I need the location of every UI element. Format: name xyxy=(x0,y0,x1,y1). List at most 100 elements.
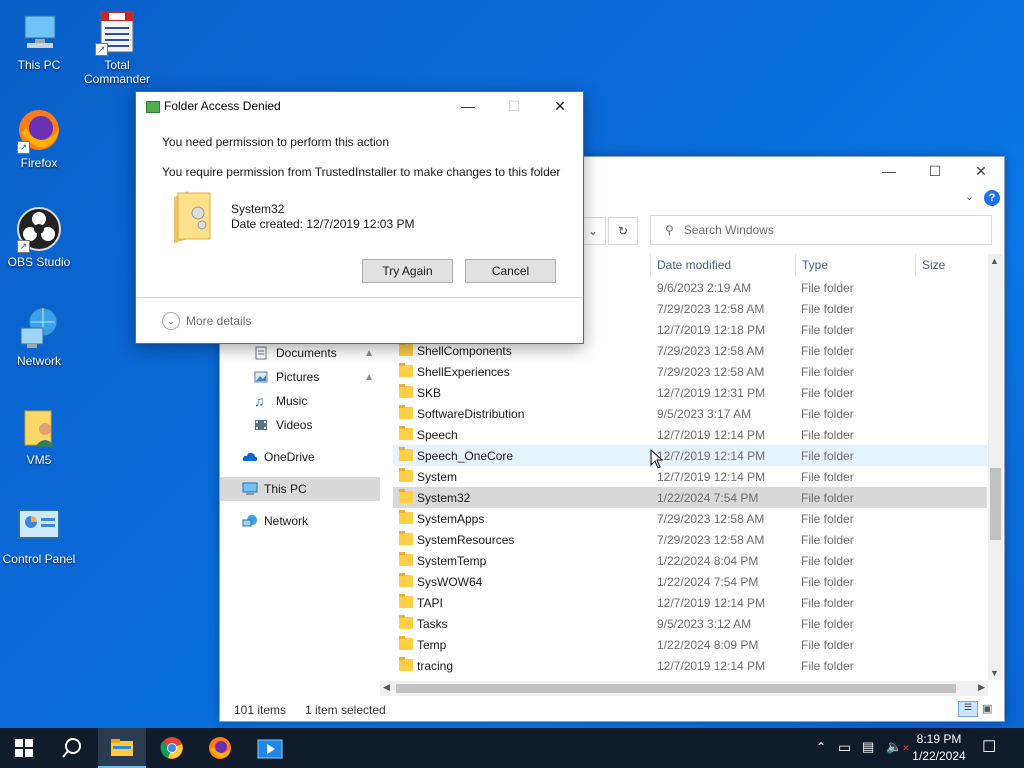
maximize-button[interactable]: ☐ xyxy=(912,157,958,185)
computer-icon xyxy=(15,8,63,56)
start-button[interactable] xyxy=(0,728,48,768)
desktop-icon-vm5[interactable]: VM5 xyxy=(1,403,77,467)
details-view-icon[interactable]: ☰ xyxy=(958,701,978,717)
dialog-close-button[interactable]: ✕ xyxy=(537,92,583,120)
table-row[interactable]: ShellExperiences 7/29/2023 12:58 AM File f… xyxy=(393,361,987,382)
computer-icon xyxy=(242,482,258,496)
desktop-icon-network[interactable]: Network xyxy=(1,304,77,368)
nav-item-label: Music xyxy=(276,394,308,408)
scrollbar-thumb[interactable] xyxy=(396,684,956,693)
try-again-button[interactable]: Try Again xyxy=(362,259,453,283)
media-player-icon xyxy=(257,739,283,759)
desktop-icon-firefox[interactable]: ↗ Firefox xyxy=(1,106,77,170)
dialog-message-primary: You need permission to perform this acti… xyxy=(162,135,390,149)
folder-icon xyxy=(399,531,413,545)
firefox-icon xyxy=(209,737,231,759)
help-icon[interactable]: ? xyxy=(984,190,1000,206)
desktop-icon-label: Control Panel xyxy=(2,552,76,566)
taskbar-media-app[interactable] xyxy=(246,728,294,768)
horizontal-scrollbar[interactable]: ◀ ▶ xyxy=(380,681,988,696)
pin-icon: ▲ xyxy=(364,371,374,383)
status-bar: 101 items 1 item selected ☰ ▣ xyxy=(220,697,1002,721)
scrollbar-thumb[interactable] xyxy=(990,468,1001,540)
folder-icon xyxy=(399,489,413,503)
desktop-icon-obs-studio[interactable]: ↗ OBS Studio xyxy=(1,205,77,269)
table-row[interactable]: tracing 12/7/2019 12:14 PM File folder xyxy=(393,655,987,676)
desktop-icon-label: Total Commander xyxy=(83,58,151,86)
vertical-scrollbar[interactable]: ▲ ▼ xyxy=(988,254,1003,680)
scroll-up-arrow-icon[interactable]: ▲ xyxy=(990,256,999,266)
dialog-minimize-button[interactable]: — xyxy=(445,92,491,120)
table-row[interactable]: SysWOW64 1/22/2024 7:54 PM File folder xyxy=(393,571,987,592)
windows-logo-icon xyxy=(15,739,33,757)
search-input[interactable]: ⚲ Search Windows xyxy=(650,215,992,245)
chevron-down-icon: ⌄ xyxy=(162,312,180,330)
taskbar: ⌃ ▭ ▤ 🔈✕ 8:19 PM 1/22/2024 ☐ xyxy=(0,728,1024,768)
firefox-icon: ↗ xyxy=(15,106,63,154)
system-clock[interactable]: 8:19 PM 1/22/2024 xyxy=(900,731,978,765)
folder-icon xyxy=(399,405,413,419)
table-row[interactable]: Tasks 9/5/2023 3:12 AM File folder xyxy=(393,613,987,634)
desktop-icon-this-pc[interactable]: This PC xyxy=(1,8,77,72)
documents-icon xyxy=(254,346,270,360)
table-row[interactable]: SystemResources 7/29/2023 12:58 AM File fo… xyxy=(393,529,987,550)
shortcut-arrow-icon: ↗ xyxy=(17,141,30,154)
search-icon: ⚲ xyxy=(665,223,674,237)
table-row[interactable]: System32 1/22/2024 7:54 PM File folder xyxy=(393,487,987,508)
cancel-button[interactable]: Cancel xyxy=(465,259,556,283)
nav-item-documents[interactable]: Documents ▲ xyxy=(220,341,380,365)
desktop-icon-control-panel[interactable]: Control Panel xyxy=(1,502,77,566)
pictures-icon xyxy=(254,370,270,384)
column-header-date[interactable]: Date modified xyxy=(657,258,731,272)
minimize-button[interactable]: — xyxy=(866,157,912,185)
folder-icon xyxy=(399,636,413,650)
expand-ribbon-chevron-icon[interactable]: ⌄ xyxy=(965,190,974,203)
table-row[interactable]: System 12/7/2019 12:14 PM File folder xyxy=(393,466,987,487)
navigation-pane: Documents ▲ Pictures ▲ ♫ Music Videos On… xyxy=(220,341,380,533)
scroll-left-arrow-icon[interactable]: ◀ xyxy=(383,682,390,693)
taskbar-file-explorer[interactable] xyxy=(98,728,146,768)
clock-time: 8:19 PM xyxy=(916,732,962,746)
more-details-toggle[interactable]: ⌄ More details xyxy=(162,312,251,330)
notifications-icon[interactable]: ☐ xyxy=(982,737,996,757)
network-status-icon[interactable]: ▤ xyxy=(862,739,874,755)
table-row[interactable]: SoftwareDistribution 9/5/2023 3:17 AM File… xyxy=(393,403,987,424)
nav-item-this-pc[interactable]: This PC xyxy=(220,477,380,501)
scroll-right-arrow-icon[interactable]: ▶ xyxy=(978,682,985,693)
table-row[interactable]: SystemTemp 1/22/2024 8:04 PM File folder xyxy=(393,550,987,571)
taskbar-chrome[interactable] xyxy=(148,728,196,768)
table-row[interactable]: SystemApps 7/29/2023 12:58 AM File folder xyxy=(393,508,987,529)
taskbar-firefox[interactable] xyxy=(196,728,244,768)
table-row[interactable]: Speech_OneCore 12/7/2019 12:14 PM File fol… xyxy=(393,445,987,466)
desktop-icon-total-commander[interactable]: ↗ Total Commander xyxy=(79,8,155,86)
dialog-message-secondary: You require permission from TrustedInsta… xyxy=(162,165,561,179)
nav-item-videos[interactable]: Videos xyxy=(220,413,380,437)
table-row[interactable]: Temp 1/22/2024 8:09 PM File folder xyxy=(393,634,987,655)
table-row[interactable]: Speech 12/7/2019 12:14 PM File folder xyxy=(393,424,987,445)
nav-item-label: This PC xyxy=(264,482,307,496)
folder-icon xyxy=(399,468,413,482)
refresh-button[interactable]: ↻ xyxy=(608,217,638,245)
obs-studio-icon: ↗ xyxy=(15,205,63,253)
folder-icon xyxy=(172,187,212,243)
search-button[interactable] xyxy=(48,728,96,768)
show-hidden-icons-chevron-icon[interactable]: ⌃ xyxy=(816,740,826,754)
table-row[interactable]: SKB 12/7/2019 12:31 PM File folder xyxy=(393,382,987,403)
table-row[interactable]: TAPI 12/7/2019 12:14 PM File folder xyxy=(393,592,987,613)
folder-icon xyxy=(399,594,413,608)
column-header-type[interactable]: Type xyxy=(802,258,828,272)
nav-item-label: Documents xyxy=(276,346,337,360)
nav-item-onedrive[interactable]: OneDrive xyxy=(220,445,380,469)
close-button[interactable]: ✕ xyxy=(958,157,1004,185)
scroll-down-arrow-icon[interactable]: ▼ xyxy=(990,668,999,678)
dialog-folder-name: System32 xyxy=(231,202,285,216)
nav-item-label: OneDrive xyxy=(264,450,315,464)
nav-item-network[interactable]: Network xyxy=(220,509,380,533)
column-header-size[interactable]: Size xyxy=(922,258,945,272)
large-icons-view-icon[interactable]: ▣ xyxy=(982,702,992,715)
nav-item-pictures[interactable]: Pictures ▲ xyxy=(220,365,380,389)
shortcut-arrow-icon: ↗ xyxy=(17,240,30,253)
folder-icon xyxy=(399,657,413,671)
security-alert-icon[interactable]: ▭ xyxy=(838,739,851,756)
nav-item-music[interactable]: ♫ Music xyxy=(220,389,380,413)
